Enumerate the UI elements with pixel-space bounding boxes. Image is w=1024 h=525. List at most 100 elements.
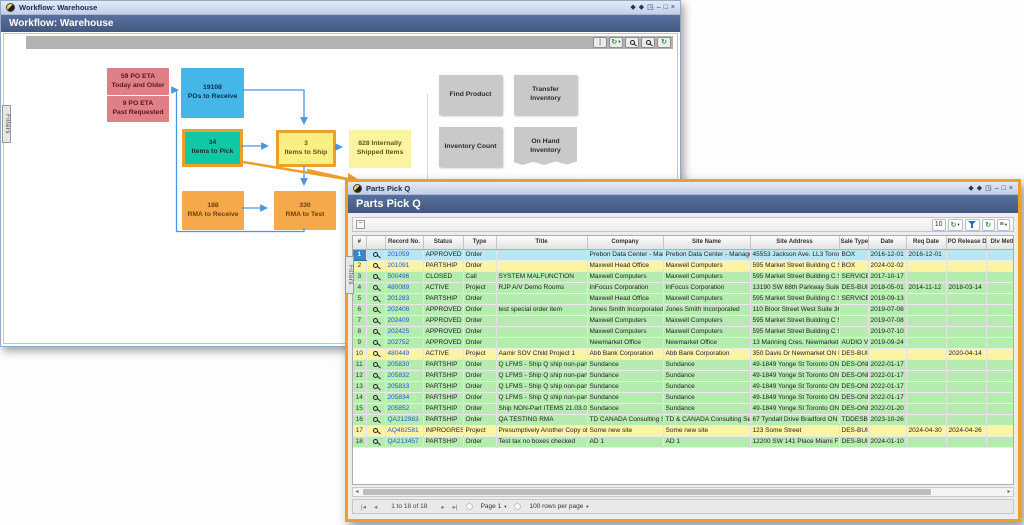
table-row[interactable]: 6202408APPROVEDOrdertest special order i… [353,304,1014,315]
table-row[interactable]: 5201283PARTSHIPOrderMaxwell Head OfficeM… [353,293,1014,304]
row-search-icon[interactable] [366,304,385,315]
cell-record-no[interactable]: AQ482581 [385,425,423,436]
column-header-Company[interactable]: Company [587,236,663,249]
node-po-eta-past[interactable]: 9 PO ETAPast Requested [107,96,169,122]
table-row[interactable]: 1201059APPROVEDOrderPrebon Data Center -… [353,249,1014,260]
table-row[interactable]: 17AQ482581INPROGRESSProjectPresumptively… [353,425,1014,436]
column-header-Status[interactable]: Status [423,236,463,249]
table-row[interactable]: 16QA212983PARTSHIPOrderQA TESTING RMATD … [353,414,1014,425]
cell-record-no[interactable]: 205832 [385,370,423,381]
row-search-icon[interactable] [366,436,385,447]
collapse-button[interactable]: − [356,220,365,229]
table-row[interactable]: 4480089ACTIVEProjectRJP A/V Demo RoomsIn… [353,282,1014,293]
cell-record-no[interactable]: 480449 [385,348,423,359]
cell-record-no[interactable]: 205852 [385,403,423,414]
parts-titlebar[interactable]: Parts Pick Q ◆◆◳–□× [348,182,1018,195]
table-row[interactable]: 9202752APPROVEDOrderNewmarket OfficeNewm… [353,337,1014,348]
filter-button[interactable] [965,219,980,231]
table-row[interactable]: 13205833PARTSHIPOrderQ LFMS - Ship Q shi… [353,381,1014,392]
column-header-Dlv Meth[interactable]: Dlv Meth [986,236,1014,249]
row-search-icon[interactable] [366,293,385,304]
table-row[interactable]: 8202425APPROVEDOrderMaxwell ComputersMax… [353,326,1014,337]
cell-record-no[interactable]: 202425 [385,326,423,337]
maximize-icon[interactable]: □ [1002,185,1006,192]
refresh-options-button[interactable]: ↻▾ [609,37,623,48]
refresh-options-button[interactable]: ↻▾ [948,219,963,231]
scroll-right-icon[interactable]: ▸ [1005,488,1013,496]
popout-icon[interactable]: ◳ [647,4,654,11]
refresh-button[interactable]: ↻ [657,37,671,48]
table-row[interactable]: 15205852PARTSHIPOrderShip NON-Part ITEMS… [353,403,1014,414]
table-row[interactable]: 18QA213457PARTSHIPOrderTest tax no boxes… [353,436,1014,447]
row-search-icon[interactable] [366,403,385,414]
rows-per-page-select[interactable]: 100 rows per page ▾ [529,503,588,510]
row-search-icon[interactable] [366,337,385,348]
popout-icon[interactable]: ◳ [985,185,992,192]
column-header-#[interactable]: # [353,236,366,249]
row-search-icon[interactable] [366,282,385,293]
node-items-to-pick[interactable]: 34Items to Pick [182,129,243,167]
node-rma-to-receive[interactable]: 188RMA to Receive [182,191,244,230]
zoom-out-button[interactable] [641,37,655,48]
cell-record-no[interactable]: 202408 [385,304,423,315]
row-search-icon[interactable] [366,315,385,326]
column-header-Site Address[interactable]: Site Address [750,236,839,249]
menu-button[interactable]: ≡▾ [997,219,1010,231]
next-page-button[interactable]: ▸ [441,503,444,511]
cell-record-no[interactable]: 202752 [385,337,423,348]
row-search-icon[interactable] [366,260,385,271]
cell-record-no[interactable]: 205830 [385,359,423,370]
first-page-button[interactable]: |◂ [361,503,366,511]
horizontal-scrollbar[interactable]: ◂ ▸ [352,487,1014,497]
pin-icon[interactable]: ◆ [968,185,973,192]
table-row[interactable]: 14205834PARTSHIPOrderQ LFMS - Ship Q shi… [353,392,1014,403]
column-header-PO Release Date[interactable]: PO Release Date [946,236,986,249]
layout-button[interactable]: | [593,37,607,48]
transfer-inventory-button[interactable]: Transfer Inventory [514,75,577,115]
column-header-Req Date[interactable]: Req Date [906,236,946,249]
pin-alt-icon[interactable]: ◆ [977,185,982,192]
row-search-icon[interactable] [366,392,385,403]
row-search-icon[interactable] [366,348,385,359]
refresh-button[interactable]: ↻ [982,219,995,231]
cell-record-no[interactable]: 202409 [385,315,423,326]
node-items-to-ship[interactable]: 3Items to Ship [276,130,336,167]
table-row[interactable]: 11205830PARTSHIPOrderQ LFMS - Ship Q shi… [353,359,1014,370]
row-search-icon[interactable] [366,271,385,282]
node-internally-shipped-items[interactable]: 828 InternallyShipped Items [349,130,411,168]
table-row[interactable]: 7202409APPROVEDOrderMaxwell ComputersMax… [353,315,1014,326]
cell-record-no[interactable]: 500496 [385,271,423,282]
node-po-eta-today[interactable]: 59 PO ETAToday and Older [107,68,169,95]
row-search-icon[interactable] [366,326,385,337]
on-hand-inventory-button[interactable]: On Hand Inventory [514,127,577,167]
minimize-icon[interactable]: – [995,185,999,192]
cell-record-no[interactable]: 201283 [385,293,423,304]
cell-record-no[interactable]: 205834 [385,392,423,403]
column-header-Type[interactable]: Type [463,236,496,249]
scroll-left-icon[interactable]: ◂ [353,488,361,496]
table-row[interactable]: 3500496CLOSEDCallSYSTEM MALFUNCTIONMaxwe… [353,271,1014,282]
row-search-icon[interactable] [366,359,385,370]
row-search-icon[interactable] [366,425,385,436]
table-row[interactable]: 12205832PARTSHIPOrderQ LFMS - Ship Q shi… [353,370,1014,381]
prev-page-button[interactable]: ◂ [374,503,377,511]
page-size-button[interactable]: 10 [932,219,946,231]
page-select[interactable]: Page 1 ▾ [481,503,507,510]
cell-record-no[interactable]: QA212983 [385,414,423,425]
workflow-titlebar[interactable]: Workflow: Warehouse ◆◆◳–□× [1,1,680,15]
last-page-button[interactable]: ▸| [453,503,458,511]
zoom-in-button[interactable] [625,37,639,48]
cell-record-no[interactable]: 201059 [385,249,423,260]
pin-alt-icon[interactable]: ◆ [639,4,644,11]
row-search-icon[interactable] [366,370,385,381]
column-header-Title[interactable]: Title [496,236,587,249]
parts-filters-tab[interactable]: Filters [345,256,354,294]
workflow-filters-tab[interactable]: Filters [2,105,11,143]
cell-record-no[interactable]: 480089 [385,282,423,293]
cell-record-no[interactable]: 205833 [385,381,423,392]
column-header-Site Name[interactable]: Site Name [663,236,750,249]
table-row[interactable]: 2201091PARTSHIPOrderMaxwell Head OfficeM… [353,260,1014,271]
column-header-Record No.[interactable]: Record No. [385,236,423,249]
scrollbar-thumb[interactable] [363,489,931,495]
column-header-Date[interactable]: Date [868,236,906,249]
